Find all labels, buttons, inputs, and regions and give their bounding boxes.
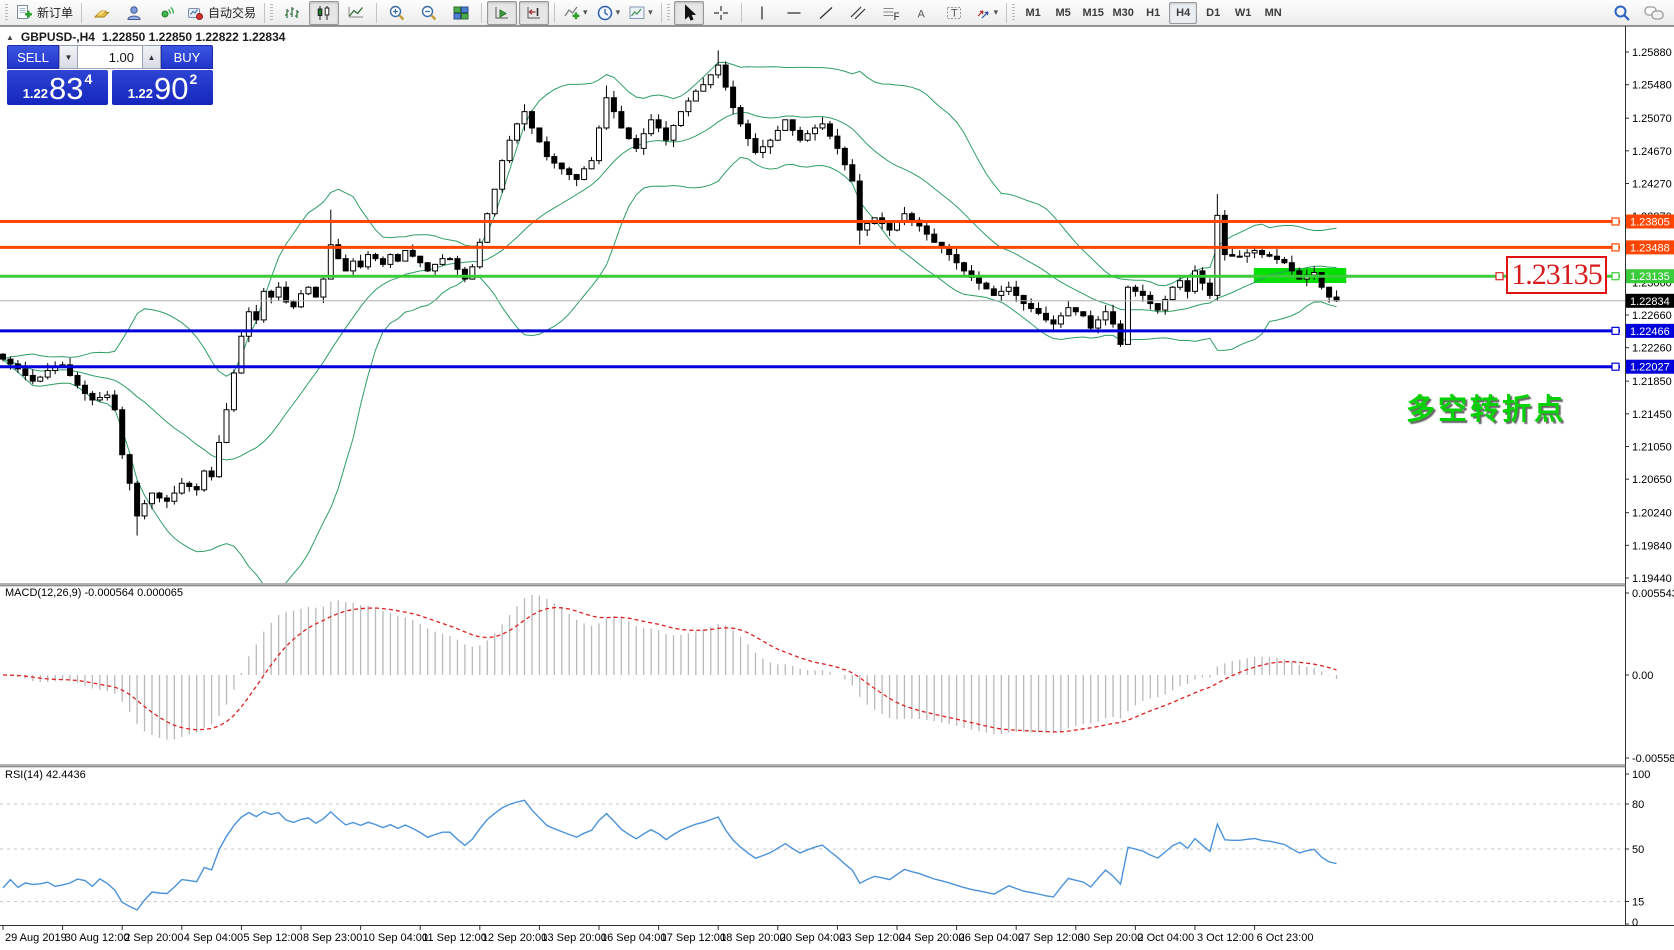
- bollinger-bands: [2, 61, 1337, 583]
- svg-text:1.23135: 1.23135: [1630, 271, 1670, 283]
- svg-text:1.22660: 1.22660: [1632, 310, 1672, 322]
- macd-signal-line: [2, 606, 1337, 733]
- svg-text:27 Sep 12:00: 27 Sep 12:00: [1018, 932, 1083, 944]
- svg-text:29 Aug 2019: 29 Aug 2019: [5, 932, 67, 944]
- svg-text:13 Sep 20:00: 13 Sep 20:00: [541, 932, 606, 944]
- svg-text:30 Aug 12:00: 30 Aug 12:00: [65, 932, 130, 944]
- macd-main-value: -0.000564: [84, 587, 135, 599]
- macd-signal-value: 0.000065: [137, 587, 183, 599]
- sell-price-prefix: 1.22: [22, 86, 49, 101]
- svg-text:2 Sep 20:00: 2 Sep 20:00: [124, 932, 183, 944]
- svg-text:18 Sep 20:00: 18 Sep 20:00: [720, 932, 785, 944]
- svg-text:3 Oct 12:00: 3 Oct 12:00: [1197, 932, 1254, 944]
- svg-text:20 Sep 04:00: 20 Sep 04:00: [780, 932, 845, 944]
- svg-text:23 Sep 12:00: 23 Sep 12:00: [839, 932, 904, 944]
- buy-price-big: 90: [154, 71, 189, 106]
- rsi-line: [2, 799, 1337, 911]
- svg-text:1.22027: 1.22027: [1630, 362, 1670, 374]
- pane-frame: [0, 26, 1674, 926]
- svg-text:0: 0: [1632, 917, 1638, 929]
- svg-text:10 Sep 04:00: 10 Sep 04:00: [363, 932, 428, 944]
- pane-separators[interactable]: [0, 583, 1674, 768]
- mt4-application: 新订单 自动交易 ▾ ▾ ▾ F A T ▾ M1 M5 M15 M30 H1 …: [0, 0, 1674, 950]
- candles-layer: [0, 50, 1340, 536]
- one-click-trading-panel: SELL ▼ 1.00 ▲ BUY 1.22 83 4 1.22 90 2: [7, 45, 213, 105]
- svg-text:0.005543: 0.005543: [1632, 588, 1674, 600]
- buy-price-prefix: 1.22: [127, 86, 154, 101]
- svg-text:30 Sep 20:00: 30 Sep 20:00: [1078, 932, 1143, 944]
- rsi-name: RSI(14): [5, 769, 43, 781]
- svg-text:8 Sep 23:00: 8 Sep 23:00: [303, 932, 362, 944]
- rsi-indicator-label: RSI(14) 42.4436: [5, 769, 86, 781]
- svg-text:12 Sep 20:00: 12 Sep 20:00: [482, 932, 547, 944]
- svg-text:1.22834: 1.22834: [1630, 296, 1670, 308]
- svg-text:1.25880: 1.25880: [1632, 47, 1672, 59]
- svg-text:1.19840: 1.19840: [1632, 540, 1672, 552]
- svg-text:1.21850: 1.21850: [1632, 376, 1672, 388]
- collapse-panel-icon[interactable]: ▲: [6, 33, 14, 42]
- rsi-value: 42.4436: [45, 769, 86, 781]
- time-axis[interactable]: 29 Aug 201930 Aug 12:002 Sep 20:00 4 Sep …: [2, 925, 1314, 944]
- buy-price-display[interactable]: 1.22 90 2: [112, 70, 213, 105]
- svg-text:50: 50: [1632, 844, 1644, 856]
- sell-price-display[interactable]: 1.22 83 4: [7, 70, 108, 105]
- svg-text:1.24270: 1.24270: [1632, 179, 1672, 191]
- price-callout-box[interactable]: 1.23135: [1506, 256, 1607, 294]
- volume-increase-button[interactable]: ▲: [142, 45, 161, 69]
- svg-text:6 Oct 23:00: 6 Oct 23:00: [1257, 932, 1314, 944]
- svg-text:0.00: 0.00: [1632, 670, 1653, 682]
- svg-text:80: 80: [1632, 799, 1644, 811]
- chart-symbol-label: GBPUSD-,H4: [20, 30, 95, 44]
- svg-text:1.21050: 1.21050: [1632, 442, 1672, 454]
- macd-name: MACD(12,26,9): [5, 587, 82, 599]
- sell-button[interactable]: SELL: [7, 45, 59, 69]
- svg-text:15: 15: [1632, 897, 1644, 909]
- chart-canvas[interactable]: 1.25880 1.25480 1.25070 1.24670 1.24270 1.238…: [0, 0, 1674, 950]
- turning-point-note[interactable]: 多空转折点: [1406, 386, 1566, 428]
- svg-text:1.25480: 1.25480: [1632, 80, 1672, 92]
- svg-text:1.20650: 1.20650: [1632, 474, 1672, 486]
- volume-input[interactable]: 1.00: [78, 45, 142, 69]
- svg-text:2 Oct 04:00: 2 Oct 04:00: [1137, 932, 1194, 944]
- macd-histogram: [9, 595, 1338, 740]
- svg-text:1.25070: 1.25070: [1632, 113, 1672, 125]
- svg-text:-0.005583: -0.005583: [1632, 753, 1674, 765]
- svg-text:11 Sep 12:00: 11 Sep 12:00: [422, 932, 487, 944]
- svg-text:1.22260: 1.22260: [1632, 343, 1672, 355]
- svg-text:5 Sep 12:00: 5 Sep 12:00: [243, 932, 302, 944]
- svg-text:1.20240: 1.20240: [1632, 508, 1672, 520]
- chart-ohlc-values: 1.22850 1.22850 1.22822 1.22834: [101, 30, 286, 44]
- sell-price-big: 83: [49, 71, 84, 106]
- svg-text:1.23488: 1.23488: [1630, 242, 1670, 254]
- svg-text:17 Sep 12:00: 17 Sep 12:00: [661, 932, 726, 944]
- rsi-level-lines: [0, 803, 1625, 902]
- price-axis[interactable]: 1.25880 1.25480 1.25070 1.24670 1.24270 1.238…: [1625, 27, 1674, 925]
- svg-text:16 Sep 04:00: 16 Sep 04:00: [601, 932, 666, 944]
- svg-text:4 Sep 04:00: 4 Sep 04:00: [184, 932, 243, 944]
- chart-header: ▲ GBPUSD-,H4 1.22850 1.22850 1.22822 1.2…: [6, 30, 285, 44]
- buy-price-sup: 2: [189, 71, 198, 87]
- svg-text:100: 100: [1632, 769, 1650, 781]
- svg-text:1.23805: 1.23805: [1630, 216, 1670, 228]
- macd-indicator-label: MACD(12,26,9) -0.000564 0.000065: [5, 587, 183, 599]
- svg-text:1.24670: 1.24670: [1632, 146, 1672, 158]
- svg-text:1.19440: 1.19440: [1632, 573, 1672, 585]
- svg-text:1.21450: 1.21450: [1632, 409, 1672, 421]
- volume-decrease-button[interactable]: ▼: [59, 45, 78, 69]
- buy-button[interactable]: BUY: [161, 45, 213, 69]
- svg-text:1.22466: 1.22466: [1630, 326, 1670, 338]
- svg-text:26 Sep 04:00: 26 Sep 04:00: [959, 932, 1024, 944]
- sell-price-sup: 4: [84, 71, 93, 87]
- svg-text:24 Sep 20:00: 24 Sep 20:00: [899, 932, 964, 944]
